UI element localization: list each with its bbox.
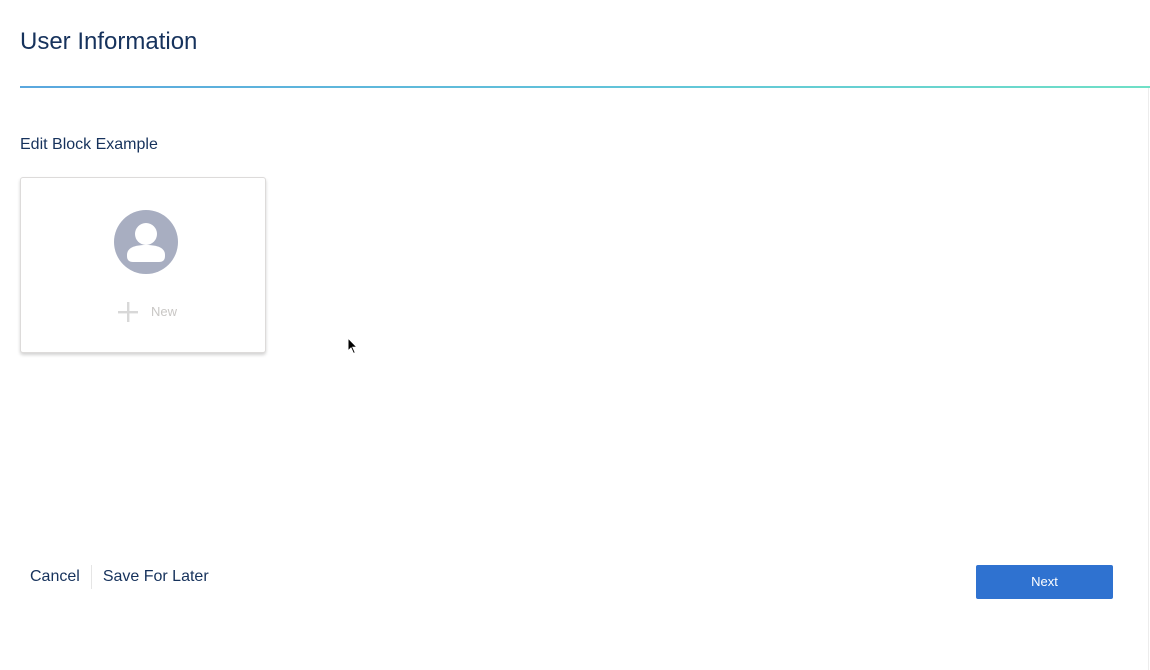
mouse-cursor-icon — [347, 337, 359, 355]
new-block-card[interactable]: New — [20, 177, 266, 353]
flow-screen: User Information Edit Block Example New … — [0, 0, 1150, 670]
footer-links: Cancel Save For Later — [30, 565, 209, 589]
new-block-action[interactable]: New — [117, 300, 177, 324]
plus-icon — [118, 302, 138, 322]
title-divider — [20, 86, 1150, 88]
section-label: Edit Block Example — [20, 136, 158, 153]
cancel-button[interactable]: Cancel — [30, 566, 80, 588]
next-button[interactable]: Next — [976, 565, 1113, 599]
save-for-later-button[interactable]: Save For Later — [103, 566, 209, 588]
user-avatar-icon — [114, 210, 178, 274]
link-divider — [90, 565, 92, 589]
right-border — [1148, 88, 1149, 670]
page-title: User Information — [20, 28, 198, 55]
new-label: New — [151, 304, 178, 319]
